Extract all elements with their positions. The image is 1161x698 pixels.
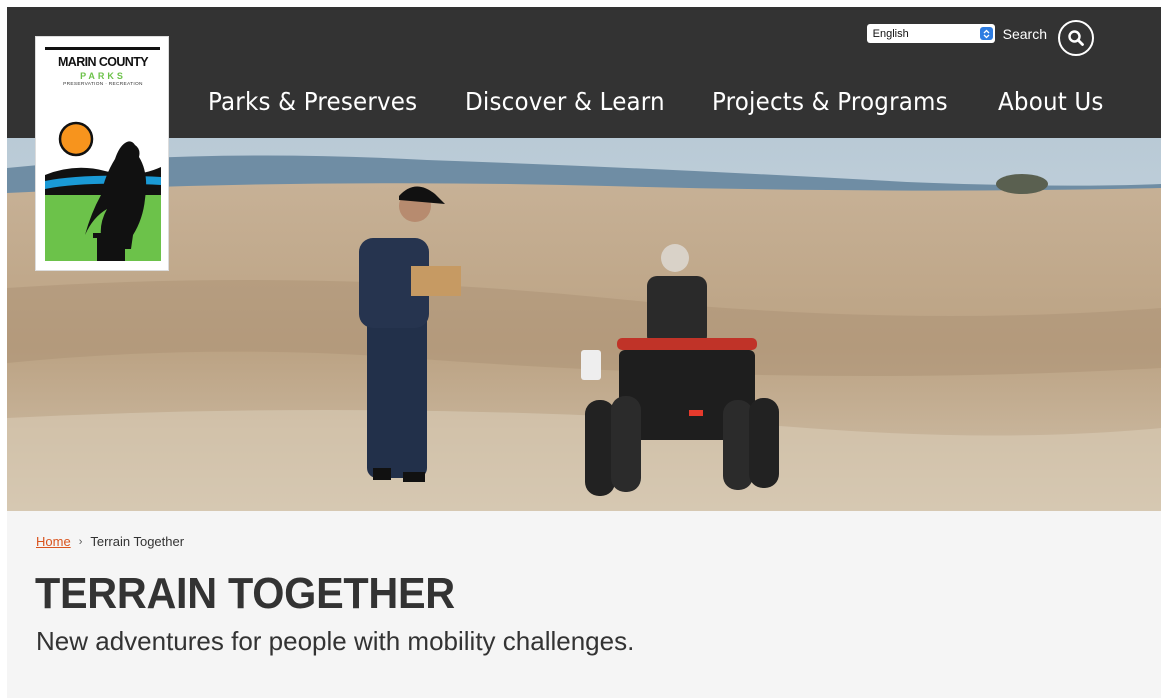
logo-rule <box>45 47 160 50</box>
nav-discover-learn[interactable]: Discover & Learn <box>465 87 665 116</box>
hero-image <box>7 138 1161 511</box>
breadcrumb-home-link[interactable]: Home <box>36 534 71 549</box>
logo-tagline: PRESERVATION · RECREATION <box>63 82 143 87</box>
hero-photo <box>7 138 1161 511</box>
site-logo[interactable]: MARIN COUNTY PARKS PRESERVATION · RECREA… <box>35 36 169 271</box>
language-select-value: English <box>872 27 909 40</box>
search-icon <box>1068 30 1084 46</box>
logo-name: MARIN COUNTY <box>57 55 149 69</box>
site-header: English Search Parks & Preserves Discove… <box>7 7 1161 138</box>
breadcrumb-current: Terrain Together <box>90 534 185 549</box>
logo-parks: PARKS <box>80 71 126 81</box>
search-label[interactable]: Search <box>1003 26 1047 42</box>
main-nav: Parks & Preserves Discover & Learn Proje… <box>208 87 1113 116</box>
language-select[interactable]: English <box>866 24 995 43</box>
search-button[interactable] <box>1058 20 1094 56</box>
page-frame: English Search Parks & Preserves Discove… <box>7 7 1161 698</box>
page-title: TERRAIN TOGETHER <box>35 569 455 618</box>
nav-parks-preserves[interactable]: Parks & Preserves <box>208 87 417 116</box>
breadcrumb-separator: › <box>78 535 83 548</box>
nav-projects-programs[interactable]: Projects & Programs <box>712 87 948 116</box>
breadcrumb: Home › Terrain Together <box>36 534 184 549</box>
chevron-updown-icon <box>979 27 993 40</box>
nav-about-us[interactable]: About Us <box>998 87 1104 116</box>
page-subtitle: New adventures for people with mobility … <box>36 626 635 656</box>
hawk-emblem-icon <box>45 115 161 261</box>
